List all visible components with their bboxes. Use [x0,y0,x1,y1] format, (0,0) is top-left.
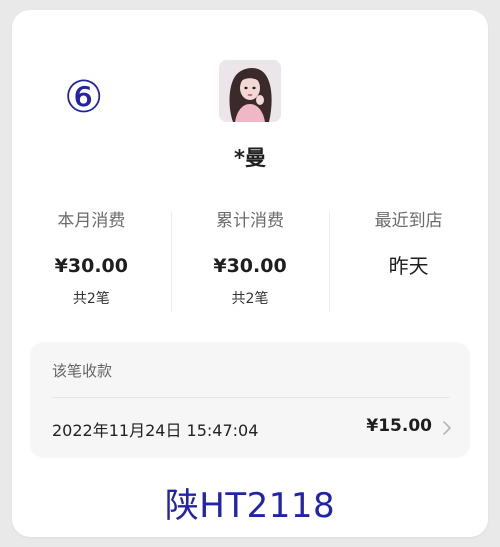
receipt-amount: ¥15.00 [366,416,432,436]
receipt-datetime: 2022年11月24日 15:47:04 [52,421,259,440]
receipt-row[interactable]: 2022年11月24日 15:47:04 ¥15.00 [30,398,470,458]
stat-last-visit: 最近到店 昨天 [329,210,488,322]
annotation-number: ⑥ [64,72,104,123]
customer-card: ⑥ *曼 本月消费 ¥30.00 共2笔 累计消费 ¥30.00 共2笔 最近到… [12,10,488,537]
stat-label: 本月消费 [57,211,126,231]
stat-monthly-spend: 本月消费 ¥30.00 共2笔 [12,210,171,322]
customer-name: *曼 [234,146,266,170]
plate-annotation: 陕HT2118 [164,486,336,526]
receipt-title: 该笔收款 [52,362,113,380]
stat-total-spend: 累计消费 ¥30.00 共2笔 [170,210,330,322]
receipt-panel: 该笔收款 2022年11月24日 15:47:04 ¥15.00 [30,342,470,458]
stat-value: 昨天 [388,254,429,278]
avatar-image [219,60,281,122]
stat-value: ¥30.00 [213,255,287,277]
stat-value: ¥30.00 [54,255,128,277]
stat-label: 累计消费 [216,211,284,231]
stat-label: 最近到店 [374,211,443,231]
avatar[interactable] [219,60,281,122]
stat-count: 共2笔 [231,291,269,307]
stats-row: 本月消费 ¥30.00 共2笔 累计消费 ¥30.00 共2笔 最近到店 昨天 [12,210,488,322]
stat-count: 共2笔 [72,291,110,307]
chevron-right-icon [443,421,451,435]
